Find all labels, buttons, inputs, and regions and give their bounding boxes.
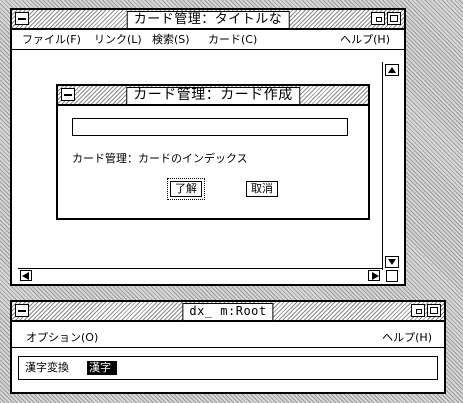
kanji-value[interactable]: 漢字 bbox=[87, 361, 117, 375]
card-window-title: カード管理：タイトルな bbox=[126, 11, 290, 29]
window-menu-icon[interactable] bbox=[15, 12, 29, 25]
scroll-down-arrow-icon[interactable] bbox=[385, 256, 399, 268]
menu-options[interactable]: オプション(O) bbox=[26, 328, 98, 348]
scroll-up-arrow-icon[interactable] bbox=[385, 64, 399, 76]
root-window-menu-icon[interactable] bbox=[15, 304, 29, 317]
dialog-menu-icon[interactable] bbox=[61, 88, 75, 101]
card-menubar: ファイル(F) リンク(L) 検索(S) カード(C) ヘルプ(H) bbox=[12, 30, 404, 50]
dialog-label: カード管理：カードのインデックス bbox=[72, 152, 248, 165]
menu-search[interactable]: 検索(S) bbox=[152, 30, 190, 50]
menu-link[interactable]: リンク(L) bbox=[94, 30, 142, 50]
card-create-dialog: カード管理：カード作成 カード管理：カードのインデックス 了解 取消 bbox=[56, 84, 370, 220]
scroll-right-arrow-icon[interactable] bbox=[368, 270, 380, 281]
kanji-label: 漢字変換 bbox=[25, 361, 69, 374]
vertical-scrollbar[interactable] bbox=[382, 62, 402, 270]
root-menu-help[interactable]: ヘルプ(H) bbox=[382, 328, 432, 348]
kanji-row: 漢字変換 漢字 bbox=[18, 356, 438, 380]
root-menubar: オプション(O) ヘルプ(H) bbox=[12, 328, 444, 348]
ok-button[interactable]: 了解 bbox=[170, 181, 202, 197]
menu-file[interactable]: ファイル(F) bbox=[22, 30, 81, 50]
root-window: dx_ m:Root オプション(O) ヘルプ(H) 漢字変換 漢字 bbox=[10, 300, 446, 394]
root-minimize-icon[interactable] bbox=[411, 304, 425, 317]
maximize-icon[interactable] bbox=[387, 12, 401, 25]
minimize-icon[interactable] bbox=[371, 12, 385, 25]
dialog-titlebar[interactable]: カード管理：カード作成 bbox=[58, 86, 368, 106]
scroll-left-arrow-icon[interactable] bbox=[20, 270, 32, 281]
root-window-titlebar[interactable]: dx_ m:Root bbox=[12, 302, 444, 322]
root-maximize-icon[interactable] bbox=[427, 304, 441, 317]
root-window-title: dx_ m:Root bbox=[182, 303, 274, 321]
card-window-titlebar[interactable]: カード管理：タイトルな bbox=[12, 10, 404, 30]
menu-card[interactable]: カード(C) bbox=[208, 30, 257, 50]
dialog-input[interactable] bbox=[72, 118, 348, 136]
cancel-button[interactable]: 取消 bbox=[246, 181, 278, 197]
scroll-corner bbox=[386, 270, 398, 282]
horizontal-scrollbar[interactable] bbox=[18, 268, 382, 282]
menu-help[interactable]: ヘルプ(H) bbox=[340, 30, 390, 50]
dialog-title: カード管理：カード作成 bbox=[126, 87, 300, 105]
